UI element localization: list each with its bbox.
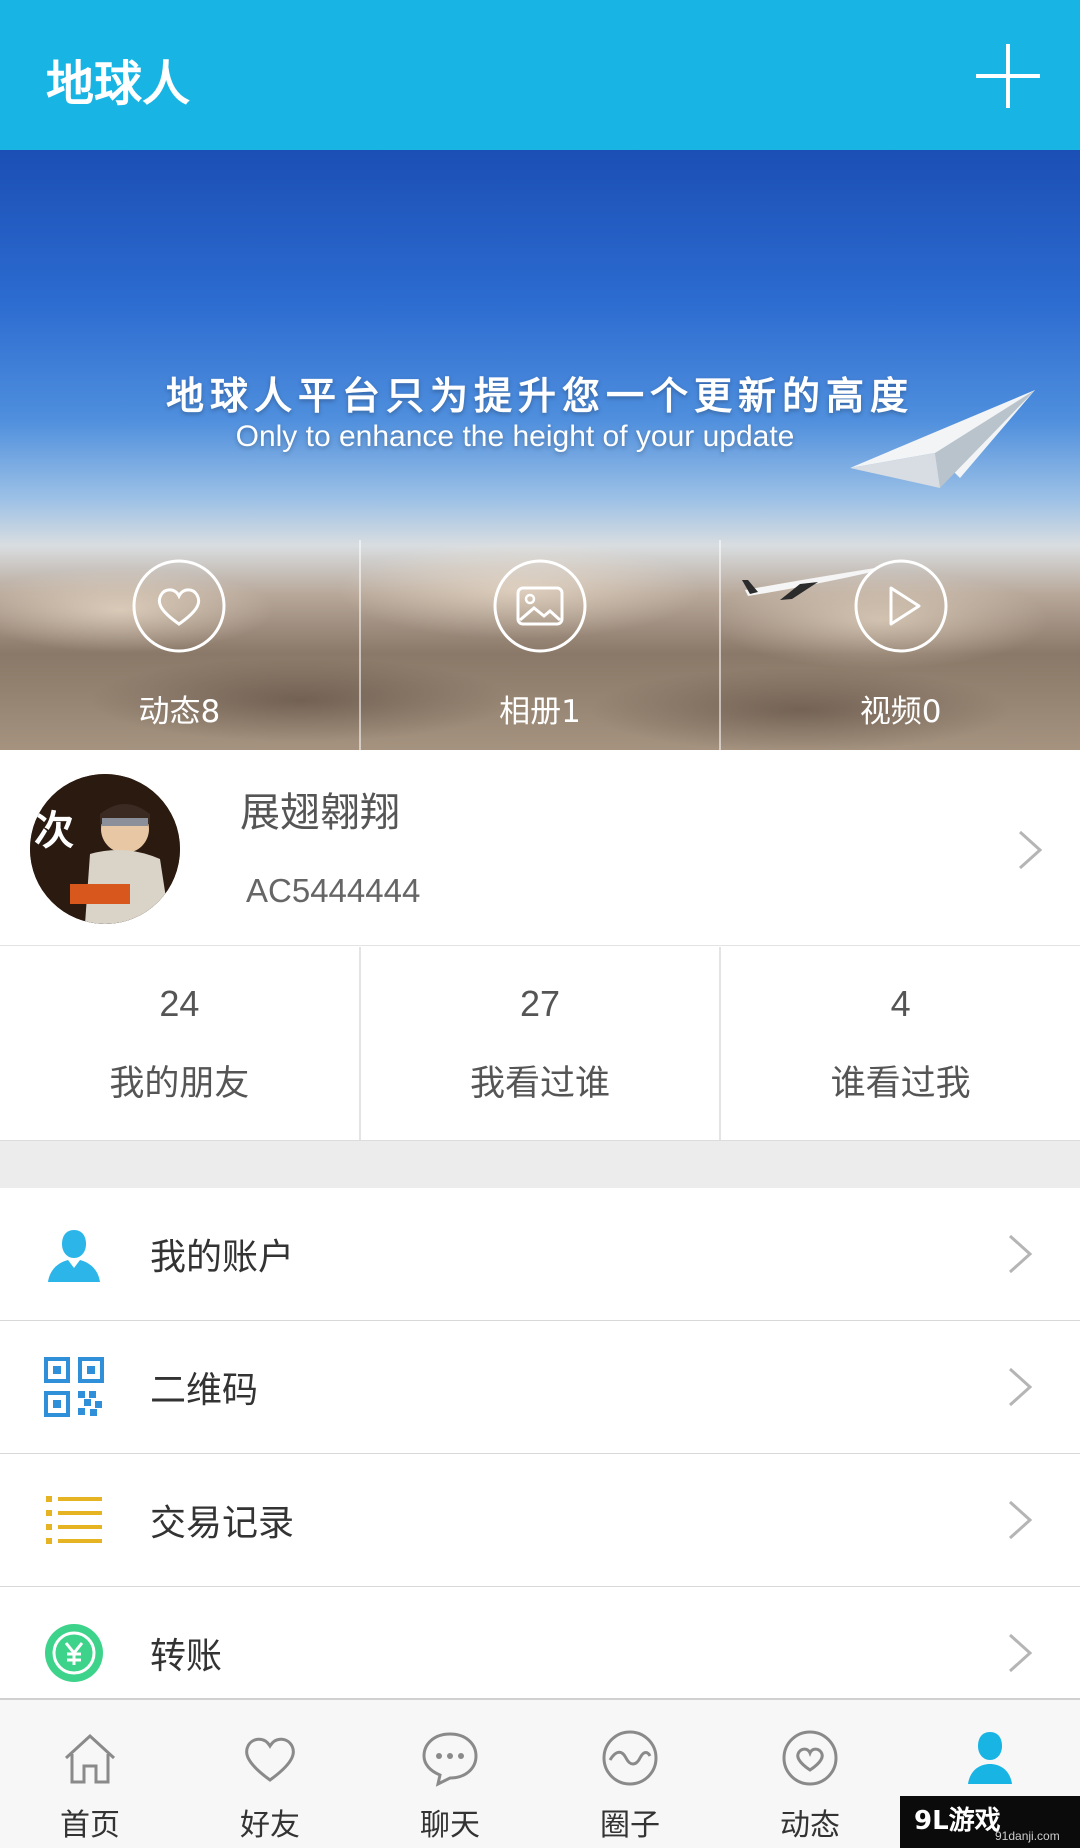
menu-label: 转账 [150, 1636, 223, 1677]
play-icon [854, 559, 948, 653]
count-who-i-viewed[interactable]: 27 我看过谁 [361, 947, 722, 1140]
stat-video[interactable]: 视频0 [721, 540, 1080, 750]
heart-icon [132, 559, 226, 653]
image-icon [493, 559, 587, 653]
profile-name: 展翅翱翔 [240, 790, 400, 836]
chevron-right-icon [1008, 1234, 1033, 1274]
settings-menu: 我的账户 二维码 交易记录 转账 [0, 1188, 1080, 1720]
chevron-right-icon [1008, 1500, 1033, 1540]
list-icon [46, 1496, 102, 1544]
paper-plane-illustration [850, 390, 1035, 488]
chevron-right-icon [1008, 1367, 1033, 1407]
plus-icon[interactable] [972, 40, 1044, 112]
avatar-illustration: 次 [30, 774, 180, 924]
heart-circle-icon [782, 1730, 838, 1786]
section-divider [0, 1141, 1080, 1188]
count-value: 24 [159, 983, 200, 1024]
profile-id: AC5444444 [246, 872, 421, 909]
count-label: 我的朋友 [109, 1064, 250, 1104]
stat-label: 相册1 [499, 694, 581, 730]
profile-banner: 地球人平台只为提升您一个更新的高度 Only to enhance the he… [0, 150, 1080, 750]
tab-label: 圈子 [600, 1808, 660, 1843]
chevron-right-icon [1018, 830, 1043, 870]
social-counts: 24 我的朋友 27 我看过谁 4 谁看过我 [0, 947, 1080, 1141]
person-icon [968, 1732, 1012, 1784]
watermark-logo: 9L游戏 [914, 1806, 1001, 1836]
menu-label: 二维码 [150, 1370, 259, 1411]
tab-home[interactable]: 首页 [0, 1700, 180, 1848]
wave-circle-icon [602, 1730, 658, 1786]
count-my-friends[interactable]: 24 我的朋友 [0, 947, 361, 1140]
banner-stats: 动态8 相册1 视频0 [0, 540, 1080, 750]
tab-circle[interactable]: 圈子 [540, 1700, 720, 1848]
tab-label: 首页 [60, 1808, 120, 1843]
count-value: 27 [519, 983, 561, 1024]
tab-label: 动态 [780, 1808, 840, 1843]
tab-chat[interactable]: 聊天 [360, 1700, 540, 1848]
person-icon [48, 1230, 100, 1282]
stat-label: 动态8 [138, 694, 221, 730]
heart-outline-icon [245, 1737, 295, 1782]
app-bar: 地球人 [0, 0, 1080, 150]
watermark: 9L游戏 91danji.com [900, 1796, 1080, 1848]
chat-bubble-icon [422, 1732, 478, 1787]
menu-label: 我的账户 [150, 1237, 295, 1278]
yen-transfer-icon [45, 1624, 103, 1682]
tab-label: 聊天 [420, 1808, 480, 1843]
menu-item-my-account[interactable]: 我的账户 [0, 1188, 1080, 1321]
profile-row[interactable]: 次 展翅翱翔 AC5444444 [0, 750, 1080, 946]
stat-label: 视频0 [859, 694, 942, 730]
tab-label: 好友 [240, 1808, 300, 1843]
count-label: 我看过谁 [470, 1064, 611, 1104]
tab-friends[interactable]: 好友 [180, 1700, 360, 1848]
menu-label: 交易记录 [150, 1503, 295, 1544]
count-label: 谁看过我 [830, 1064, 971, 1104]
svg-text:次: 次 [34, 808, 74, 854]
home-icon [64, 1733, 116, 1784]
stat-moments[interactable]: 动态8 [0, 540, 361, 750]
tab-moments[interactable]: 动态 [720, 1700, 900, 1848]
count-value: 4 [890, 983, 911, 1024]
qr-code-icon [44, 1357, 104, 1417]
count-who-viewed-me[interactable]: 4 谁看过我 [721, 947, 1080, 1140]
app-title: 地球人 [46, 56, 191, 112]
chevron-right-icon [1008, 1633, 1033, 1673]
avatar[interactable]: 次 [30, 774, 180, 924]
watermark-url: 91danji.com [995, 1829, 1060, 1843]
menu-item-transactions[interactable]: 交易记录 [0, 1454, 1080, 1587]
menu-item-qr-code[interactable]: 二维码 [0, 1321, 1080, 1454]
stat-album[interactable]: 相册1 [361, 540, 722, 750]
